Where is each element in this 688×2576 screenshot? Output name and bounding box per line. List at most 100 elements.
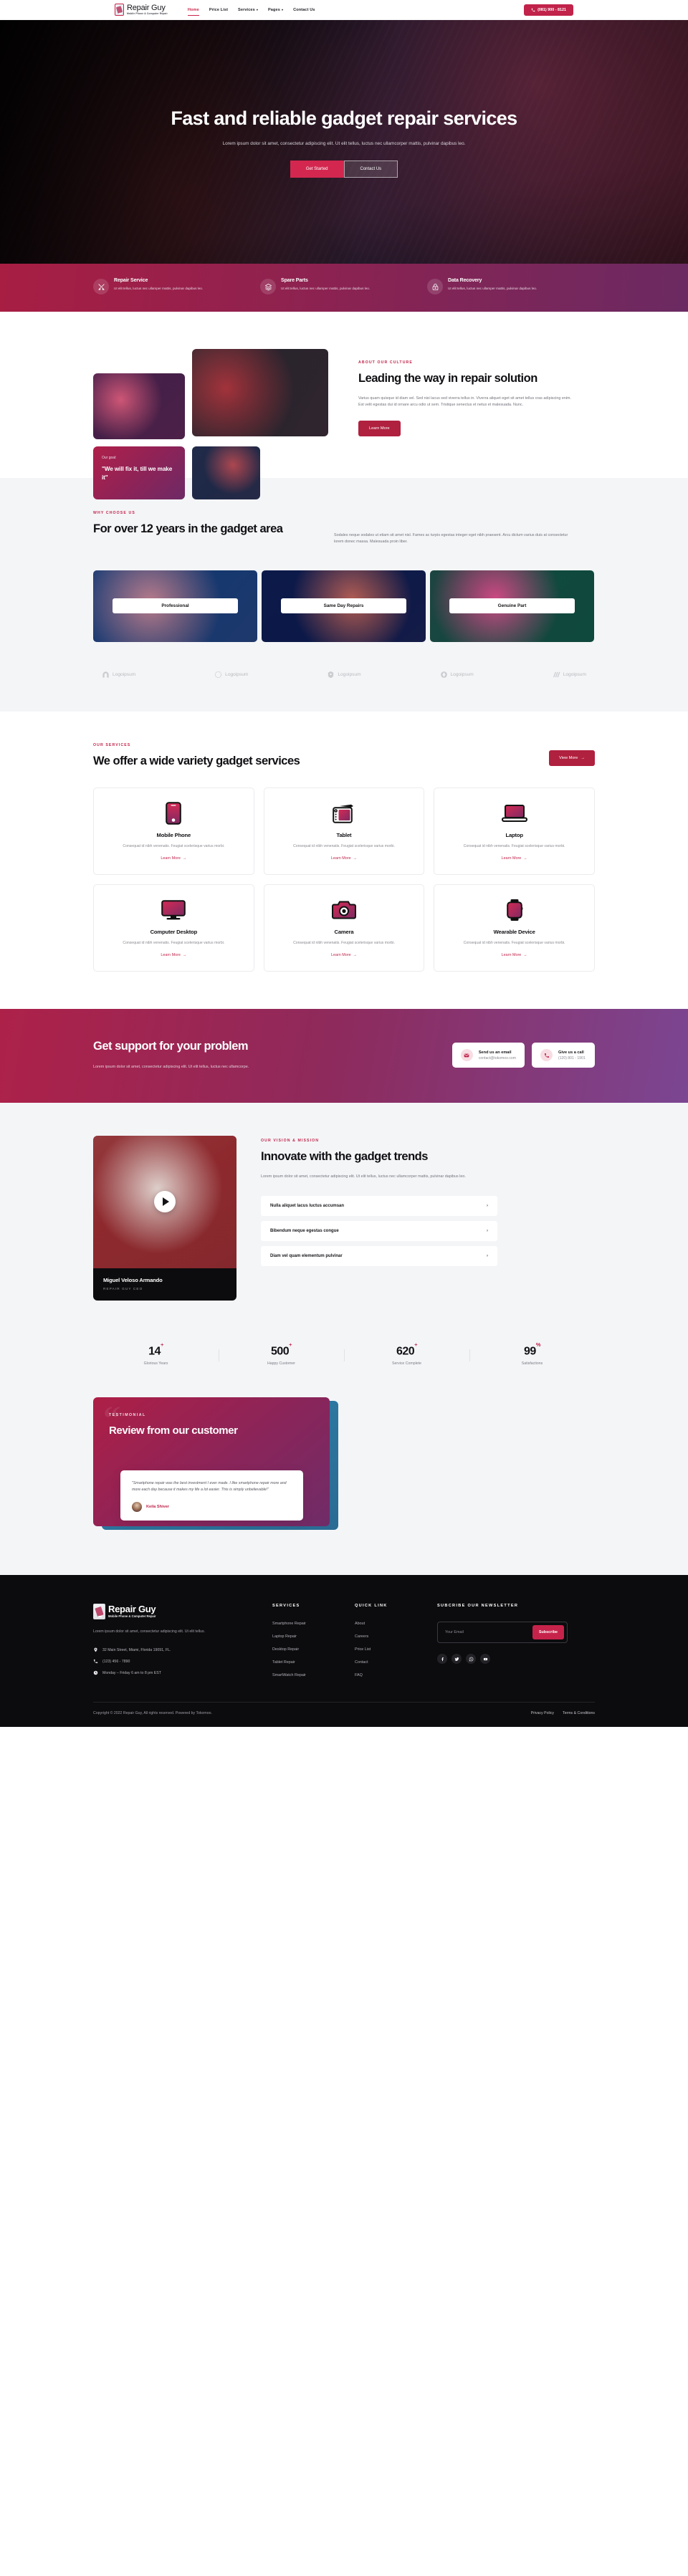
header-phone-button[interactable]: (081) 900 - 8121 <box>524 4 573 16</box>
accordion-item-3[interactable]: Diam vel quam elementum pulvinar › <box>261 1246 497 1267</box>
services-copy: OUR SERVICES We offer a wide variety gad… <box>93 743 300 769</box>
service-learn-more-link[interactable]: Learn More → <box>502 856 527 861</box>
ceo-video-card[interactable]: Miguel Veloso Armando REPAIR GUY CEO <box>93 1135 236 1301</box>
nav-item-pages[interactable]: Pages ▾ <box>268 8 283 12</box>
chevron-right-icon: › <box>487 1229 488 1234</box>
stat-suffix: + <box>414 1341 418 1348</box>
footer-contacts: 32 Main Street, Miami, Florida 19091, FL… <box>93 1647 272 1675</box>
ceo-video-thumbnail[interactable] <box>93 1135 236 1268</box>
footer-phone-text: (123) 456 - 7890 <box>102 1659 130 1664</box>
feature-text: Ut elit tellus, luctus nec ullamper matt… <box>114 287 204 290</box>
avatar <box>132 1501 142 1512</box>
subscribe-button[interactable]: Subscribe <box>532 1625 564 1640</box>
stat-value: 620 <box>396 1345 415 1358</box>
testimonial-quote-box: "Smartphone repair was the best investme… <box>120 1470 303 1521</box>
tablet-icon <box>274 801 414 825</box>
get-started-button[interactable]: Get Started <box>290 160 344 178</box>
service-card-laptop[interactable]: Laptop Consequat id nibh venenatis. Feug… <box>434 787 595 876</box>
why-card-professional[interactable]: Professional <box>93 570 257 642</box>
footer-link-privacy-policy[interactable]: Privacy Policy <box>531 1711 554 1715</box>
laptop-icon <box>444 801 584 825</box>
feature-spare-parts[interactable]: Spare Parts Ut elit tellus, luctus nec u… <box>260 278 427 295</box>
feature-data-recovery[interactable]: Data Recovery Ut elit tellus, luctus nec… <box>427 278 594 295</box>
service-text: Consequat id nibh venenatis. Feugiat sce… <box>463 843 565 848</box>
brand-name: Repair Guy <box>127 3 166 12</box>
testimonial-eyebrow: TESTIMONIAL <box>109 1413 146 1418</box>
footer-link-smartphone-repair[interactable]: Smartphone Repair <box>272 1622 355 1626</box>
goal-label: Our goal: <box>102 456 117 460</box>
support-cta-section: Get support for your problem Lorem ipsum… <box>0 1009 688 1103</box>
arrow-right-icon: → <box>182 856 187 861</box>
twitter-icon[interactable] <box>452 1654 462 1665</box>
footer-description: Lorem ipsum dolor sit amet, consectetur … <box>93 1629 205 1634</box>
learn-more-label: Learn More <box>501 856 522 861</box>
why-card-genuine-part[interactable]: Genuine Part <box>430 570 594 642</box>
arrow-right-icon: → <box>182 953 187 958</box>
stats-section: 14+ Glorious Years 500+ Happy Customer 6… <box>0 1328 688 1391</box>
service-title: Tablet <box>336 831 352 838</box>
footer-link-price-list[interactable]: Price List <box>355 1647 437 1652</box>
footer-logo[interactable]: Repair Guy Mobile Phone & Computer Repai… <box>93 1604 272 1620</box>
brand-logo[interactable]: Repair Guy Mobile Phone & Computer Repai… <box>115 4 168 16</box>
service-learn-more-link[interactable]: Learn More → <box>502 953 527 957</box>
services-view-more-button[interactable]: View More → <box>549 750 595 766</box>
footer-brand-column: Repair Guy Mobile Phone & Computer Repai… <box>93 1604 272 1677</box>
give-call-card[interactable]: Give us a call (120) 801 - 1901 <box>532 1043 595 1068</box>
footer-link-laptop-repair[interactable]: Laptop Repair <box>272 1634 355 1639</box>
youtube-icon[interactable] <box>480 1654 490 1665</box>
nav-item-services[interactable]: Services ▾ <box>238 8 258 12</box>
service-card-computer-desktop[interactable]: Computer Desktop Consequat id nibh venen… <box>93 884 254 972</box>
accordion-item-2[interactable]: Bibendum neque egestas congue › <box>261 1221 497 1242</box>
why-copy: WHY CHOOSE US For over 12 years in the g… <box>93 511 308 537</box>
service-card-tablet[interactable]: Tablet Consequat id nibh venenatis. Feug… <box>263 787 425 876</box>
newsletter-email-input[interactable] <box>445 1630 530 1635</box>
service-card-wearable-device[interactable]: Wearable Device Consequat id nibh venena… <box>434 884 595 972</box>
header-phone-label: (081) 900 - 8121 <box>538 7 566 12</box>
arrow-right-icon: → <box>580 755 585 760</box>
footer-link-desktop-repair[interactable]: Desktop Repair <box>272 1647 355 1652</box>
why-card-same-day-repairs[interactable]: Same Day Repairs <box>262 570 426 642</box>
service-learn-more-link[interactable]: Learn More → <box>161 856 186 861</box>
whatsapp-icon[interactable] <box>466 1654 476 1665</box>
hero-contact-us-button[interactable]: Contact Us <box>343 160 398 178</box>
location-pin-icon <box>94 1647 97 1652</box>
nav-item-contact-us[interactable]: Contact Us <box>293 8 315 12</box>
accordion-item-1[interactable]: Nulla aliquet lacus luctus accumsan › <box>261 1196 497 1217</box>
footer-link-about[interactable]: About <box>355 1622 437 1626</box>
service-card-camera[interactable]: Camera Consequat id nibh venenatis. Feug… <box>263 884 425 972</box>
about-photo-workbench <box>192 446 260 499</box>
services-grid: Mobile Phone Consequat id nibh venenatis… <box>93 787 595 972</box>
footer-link-careers[interactable]: Careers <box>355 1634 437 1639</box>
about-photo-technician <box>192 349 328 436</box>
about-photo-phone-repair <box>93 373 185 439</box>
footer-link-smartwatch-repair[interactable]: SmartWatch Repair <box>272 1673 355 1677</box>
support-title: Get support for your problem <box>93 1040 249 1053</box>
about-learn-more-button[interactable]: Learn More <box>358 420 401 436</box>
play-icon[interactable] <box>154 1191 176 1213</box>
send-email-card[interactable]: Send us an email contact@tokomoo.com <box>452 1043 525 1068</box>
about-eyebrow: ABOUT OUR CULTURE <box>358 360 413 365</box>
footer-link-tablet-repair[interactable]: Tablet Repair <box>272 1660 355 1665</box>
about-gallery: Our goal: "We will fix it, till we make … <box>93 349 337 499</box>
nav-item-home[interactable]: Home <box>187 7 199 16</box>
service-learn-more-link[interactable]: Learn More → <box>161 953 186 957</box>
nav-item-price-list[interactable]: Price List <box>209 8 228 12</box>
facebook-icon[interactable] <box>437 1654 447 1665</box>
service-card-mobile-phone[interactable]: Mobile Phone Consequat id nibh venenatis… <box>93 787 254 876</box>
partner-logo-4: Logoipsum <box>440 671 474 679</box>
why-title: For over 12 years in the gadget area <box>93 522 283 535</box>
nav-label: Price List <box>209 7 229 12</box>
service-learn-more-link[interactable]: Learn More → <box>331 856 357 861</box>
nav-label: Home <box>187 7 199 12</box>
service-learn-more-link[interactable]: Learn More → <box>331 953 357 957</box>
feature-repair-service[interactable]: Repair Service Ut elit tellus, luctus ne… <box>93 278 260 295</box>
goal-quote: "We will fix it, till we make it" <box>102 466 173 481</box>
vision-mission-section: Miguel Veloso Armando REPAIR GUY CEO OUR… <box>0 1102 688 1329</box>
footer-link-faq[interactable]: FAQ <box>355 1673 437 1677</box>
service-title: Camera <box>334 929 354 936</box>
testimonial-section: “ TESTIMONIAL Review from our customer "… <box>0 1390 688 1576</box>
footer-link-contact[interactable]: Contact <box>355 1660 437 1665</box>
footer-phone: (123) 456 - 7890 <box>93 1659 272 1664</box>
chevron-right-icon: › <box>487 1204 488 1209</box>
footer-link-terms-conditions[interactable]: Terms & Conditions <box>563 1711 595 1715</box>
